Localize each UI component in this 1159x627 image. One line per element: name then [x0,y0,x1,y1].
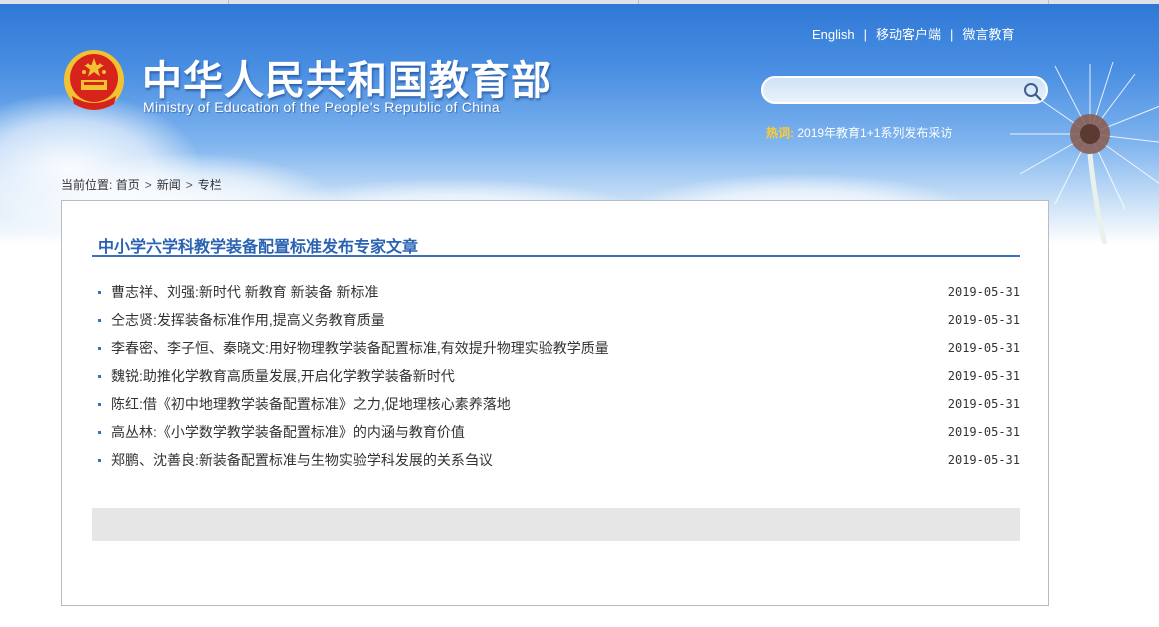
article-date: 2019-05-31 [947,397,1020,411]
list-item: 曹志祥、刘强:新时代 新教育 新装备 新标准 2019-05-31 [94,281,1022,309]
bullet-icon [98,347,101,350]
national-emblem-icon [64,50,124,110]
article-link[interactable]: 魏锐:助推化学教育高质量发展,开启化学教学装备新时代 [111,365,455,387]
hot-words: 热词: 2019年教育1+1系列发布采访 [766,124,952,141]
hot-words-label: 热词: [766,126,794,140]
list-item: 郑鹏、沈善良:新装备配置标准与生物实验学科发展的关系刍议 2019-05-31 [94,449,1022,477]
article-link[interactable]: 郑鹏、沈善良:新装备配置标准与生物实验学科发展的关系刍议 [111,449,493,471]
weiyan-jiaoyu-link[interactable]: 微言教育 [962,27,1014,42]
article-date: 2019-05-31 [947,313,1020,327]
bullet-icon [98,403,101,406]
article-date: 2019-05-31 [947,453,1020,467]
bullet-icon [98,431,101,434]
article-date: 2019-05-31 [947,285,1020,299]
list-item: 魏锐:助推化学教育高质量发展,开启化学教学装备新时代 2019-05-31 [94,365,1022,393]
mobile-client-link[interactable]: 移动客户端 [876,27,941,42]
pagination-bar [92,508,1020,541]
article-link[interactable]: 高丛林:《小学数学教学装备配置标准》的内涵与教育价值 [111,421,465,443]
site-title-cn: 中华人民共和国教育部 [142,58,552,104]
breadcrumb-home[interactable]: 首页 [116,178,140,192]
breadcrumb: 当前位置: 首页 > 新闻 > 专栏 [61,176,222,193]
article-link[interactable]: 陈红:借《初中地理教学装备配置标准》之力,促地理核心素养落地 [111,393,511,415]
article-date: 2019-05-31 [947,369,1020,383]
list-item: 仝志贤:发挥装备标准作用,提高义务教育质量 2019-05-31 [94,309,1022,337]
breadcrumb-separator: > [185,178,193,192]
breadcrumb-prefix: 当前位置: [61,178,113,192]
panel-title: 中小学六学科教学装备配置标准发布专家文章 [98,239,419,256]
breadcrumb-separator: > [144,178,152,192]
list-item: 高丛林:《小学数学教学装备配置标准》的内涵与教育价值 2019-05-31 [94,421,1022,449]
top-links: English | 移动客户端 | 微言教育 [812,24,1014,43]
list-item: 陈红:借《初中地理教学装备配置标准》之力,促地理核心素养落地 2019-05-31 [94,393,1022,421]
article-date: 2019-05-31 [947,425,1020,439]
breadcrumb-news[interactable]: 新闻 [157,178,181,192]
site-title-en: Ministry of Education of the People's Re… [143,99,500,115]
article-list: 曹志祥、刘强:新时代 新教育 新装备 新标准 2019-05-31 仝志贤:发挥装… [94,281,1022,477]
english-link[interactable]: English [812,27,855,42]
article-link[interactable]: 李春密、李子恒、秦晓文:用好物理教学装备配置标准,有效提升物理实验教学质量 [111,337,609,359]
panel-title-bar: 中小学六学科教学装备配置标准发布专家文章 [92,233,1020,257]
bullet-icon [98,459,101,462]
hot-word-link[interactable]: 2019年教育1+1系列发布采访 [797,126,952,140]
search-icon[interactable] [1023,82,1043,102]
separator: | [950,27,954,42]
bullet-icon [98,375,101,378]
article-link[interactable]: 仝志贤:发挥装备标准作用,提高义务教育质量 [111,309,385,331]
article-link[interactable]: 曹志祥、刘强:新时代 新教育 新装备 新标准 [111,281,379,303]
separator: | [863,27,868,42]
breadcrumb-column[interactable]: 专栏 [198,178,222,192]
article-list-panel: 中小学六学科教学装备配置标准发布专家文章 曹志祥、刘强:新时代 新教育 新装备 … [61,200,1049,606]
search-input[interactable] [773,80,1017,102]
bullet-icon [98,291,101,294]
article-date: 2019-05-31 [947,341,1020,355]
list-item: 李春密、李子恒、秦晓文:用好物理教学装备配置标准,有效提升物理实验教学质量 201… [94,337,1022,365]
bullet-icon [98,319,101,322]
search-box [761,76,1048,104]
